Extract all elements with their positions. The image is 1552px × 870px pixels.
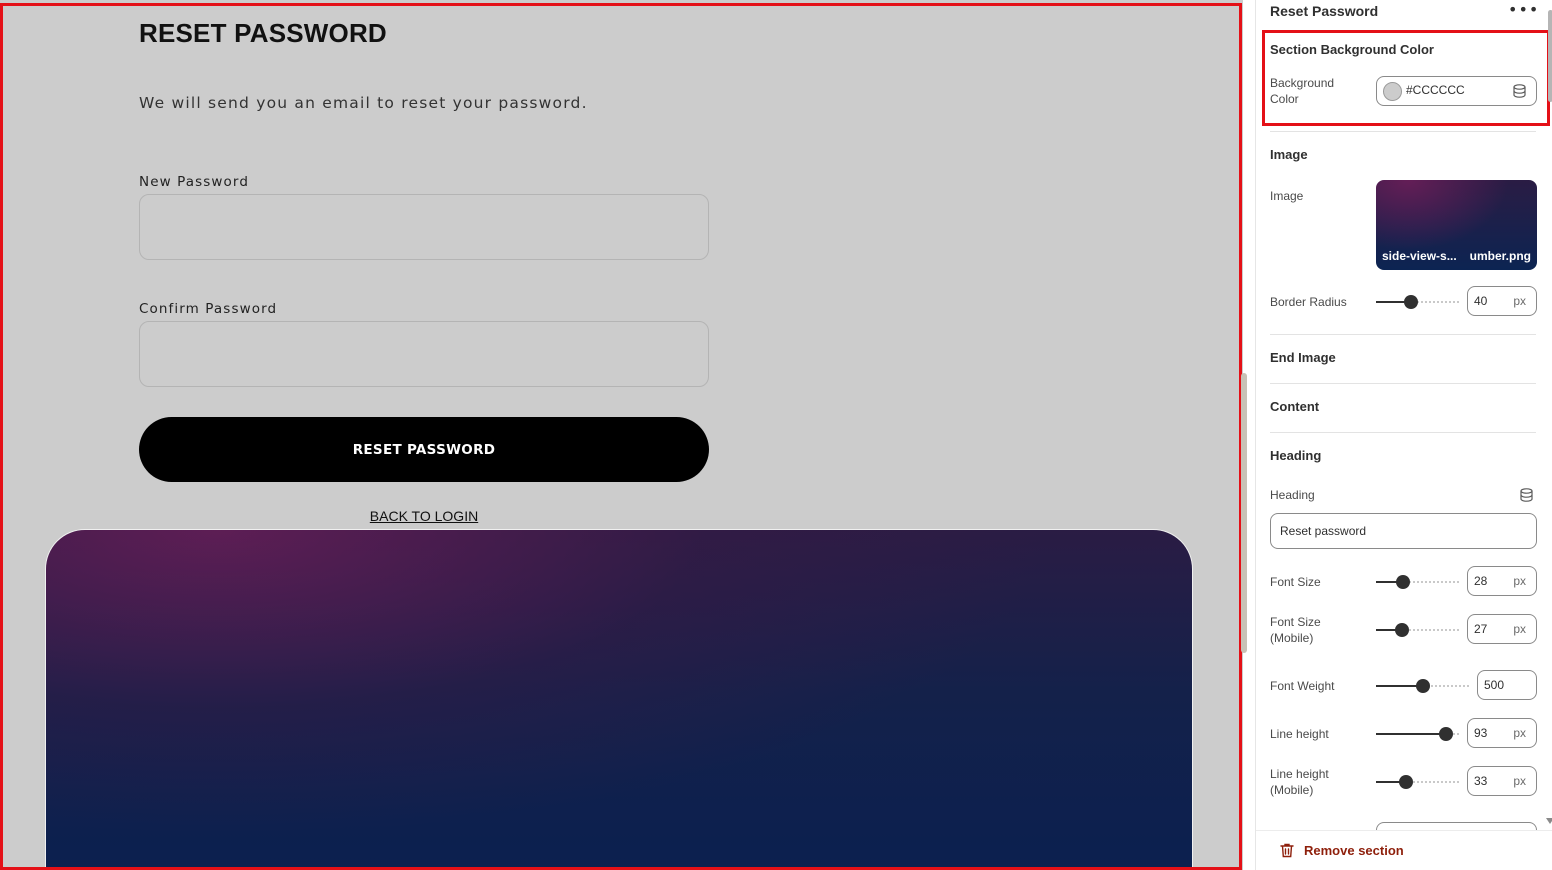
sidebar-footer: Remove section [1256, 830, 1552, 870]
border-radius-input[interactable]: 40 px [1467, 286, 1537, 316]
sidebar-title: Reset Password [1270, 3, 1379, 19]
border-radius-label: Border Radius [1270, 295, 1347, 309]
font-weight-value: 500 [1484, 678, 1505, 692]
slider-thumb[interactable] [1394, 623, 1409, 637]
new-password-label: New Password [139, 174, 249, 190]
font-size-input[interactable]: 28 px [1467, 566, 1537, 596]
image-picker[interactable]: side-view-s... umber.png [1376, 180, 1537, 270]
font-size-slider[interactable] [1376, 575, 1459, 589]
page-subtitle: We will send you an email to reset your … [139, 94, 588, 112]
font-size-mobile-slider[interactable] [1376, 623, 1459, 637]
scroll-down-arrow-icon[interactable] [1546, 818, 1552, 824]
slider-thumb[interactable] [1415, 679, 1430, 693]
color-swatch[interactable] [1383, 82, 1402, 101]
section-image [45, 529, 1193, 870]
more-options-icon[interactable]: ••• [1508, 0, 1539, 19]
border-radius-unit: px [1513, 294, 1526, 308]
preview-canvas: RESET PASSWORD We will send you an email… [0, 0, 1243, 870]
line-height-unit: px [1513, 726, 1526, 740]
line-height-slider[interactable] [1376, 727, 1459, 741]
background-color-field[interactable]: #CCCCCC [1376, 76, 1537, 106]
image-file-name-start: side-view-s... [1382, 249, 1457, 263]
image-file-name-end: umber.png [1469, 249, 1531, 263]
trash-icon [1280, 843, 1294, 858]
line-height-mobile-slider[interactable] [1376, 775, 1459, 789]
content-section-title[interactable]: Content [1270, 399, 1319, 414]
font-size-unit: px [1513, 574, 1526, 588]
back-to-login-link[interactable]: BACK TO LOGIN [139, 508, 709, 524]
remove-section-button[interactable]: Remove section [1280, 843, 1404, 858]
slider-thumb[interactable] [1438, 727, 1453, 741]
heading-label: Heading [1270, 488, 1315, 502]
sidebar-scrollbar[interactable] [1548, 10, 1552, 102]
font-size-label: Font Size [1270, 575, 1321, 589]
heading-text-input[interactable]: Reset password [1270, 513, 1537, 549]
line-height-mobile-label: Line height (Mobile) [1270, 767, 1329, 797]
database-icon[interactable] [1513, 84, 1526, 98]
divider [1270, 131, 1536, 132]
heading-section-title: Heading [1270, 448, 1322, 463]
slider-thumb[interactable] [1395, 575, 1410, 589]
font-weight-input[interactable]: 500 [1477, 670, 1537, 700]
database-icon[interactable] [1520, 488, 1533, 502]
divider [1270, 334, 1536, 335]
preview-scrollbar[interactable] [1241, 373, 1247, 653]
slider-thumb[interactable] [1398, 775, 1413, 789]
font-weight-slider[interactable] [1376, 679, 1469, 693]
font-size-value: 28 [1474, 574, 1488, 588]
font-size-mobile-value: 27 [1474, 622, 1488, 636]
divider [1270, 383, 1536, 384]
border-radius-slider[interactable] [1376, 295, 1459, 309]
new-password-input[interactable] [139, 194, 709, 260]
heading-text-value: Reset password [1280, 524, 1367, 538]
reset-password-button[interactable]: RESET PASSWORD [139, 417, 709, 482]
line-height-mobile-input[interactable]: 33 px [1467, 766, 1537, 796]
confirm-password-input[interactable] [139, 321, 709, 387]
line-height-label: Line height [1270, 727, 1329, 741]
image-section-title: Image [1270, 147, 1308, 162]
end-image-section-title[interactable]: End Image [1270, 350, 1336, 365]
settings-sidebar: Reset Password ••• Section Background Co… [1255, 0, 1552, 870]
remove-section-label: Remove section [1304, 843, 1404, 858]
font-weight-label: Font Weight [1270, 679, 1335, 693]
slider-thumb[interactable] [1403, 295, 1418, 309]
section-background-title: Section Background Color [1270, 42, 1434, 57]
line-height-value: 93 [1474, 726, 1488, 740]
line-height-mobile-value: 33 [1474, 774, 1488, 788]
background-color-value: #CCCCCC [1406, 83, 1465, 97]
page-heading: RESET PASSWORD [139, 18, 387, 48]
background-color-label: Background Color [1270, 76, 1335, 106]
image-label: Image [1270, 189, 1304, 203]
font-size-mobile-label: Font Size (Mobile) [1270, 615, 1321, 645]
confirm-password-label: Confirm Password [139, 301, 278, 317]
line-height-mobile-unit: px [1513, 774, 1526, 788]
font-size-mobile-unit: px [1513, 622, 1526, 636]
divider [1270, 432, 1536, 433]
font-size-mobile-input[interactable]: 27 px [1467, 614, 1537, 644]
border-radius-value: 40 [1474, 294, 1488, 308]
line-height-input[interactable]: 93 px [1467, 718, 1537, 748]
